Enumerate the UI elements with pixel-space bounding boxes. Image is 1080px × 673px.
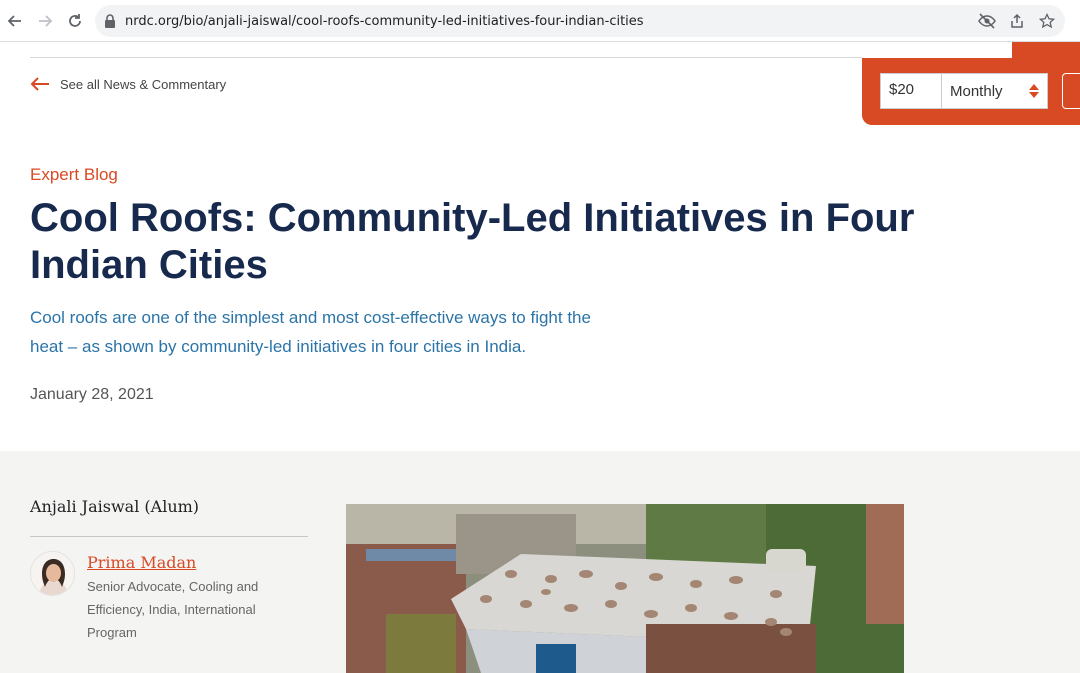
share-icon[interactable] (1005, 9, 1029, 33)
arrow-left-icon (30, 77, 49, 91)
donate-button[interactable] (1062, 73, 1080, 109)
eye-off-icon[interactable] (975, 9, 999, 33)
publish-date: January 28, 2021 (30, 386, 154, 403)
star-icon[interactable] (1035, 9, 1059, 33)
article-hero-image (346, 504, 904, 673)
frequency-value: Monthly (950, 82, 1003, 100)
back-link-label: See all News & Commentary (60, 76, 227, 92)
back-icon[interactable] (0, 6, 30, 36)
author-role: Senior Advocate, Cooling and Efficiency,… (87, 579, 259, 640)
lock-icon (95, 14, 125, 28)
donation-amount-input[interactable]: $20 (880, 73, 942, 109)
byline-heading: Anjali Jaiswal (Alum) (30, 497, 200, 516)
donation-frequency-select[interactable]: Monthly (942, 73, 1048, 109)
article-category[interactable]: Expert Blog (30, 165, 118, 185)
byline-divider (30, 536, 308, 537)
article-dek: Cool roofs are one of the simplest and m… (30, 308, 591, 356)
forward-icon[interactable] (30, 6, 60, 36)
donate-tab (1012, 42, 1080, 58)
browser-toolbar: nrdc.org/bio/anjali-jaiswal/cool-roofs-c… (0, 0, 1080, 42)
url-text[interactable]: nrdc.org/bio/anjali-jaiswal/cool-roofs-c… (125, 14, 644, 29)
see-all-news-link[interactable]: See all News & Commentary (30, 76, 226, 92)
page-title: Cool Roofs: Community-Led Initiatives in… (30, 196, 915, 287)
select-arrows-icon (1029, 84, 1039, 98)
avatar[interactable] (30, 551, 75, 596)
address-bar[interactable]: nrdc.org/bio/anjali-jaiswal/cool-roofs-c… (95, 5, 1065, 37)
reload-icon[interactable] (60, 6, 90, 36)
author-name-link[interactable]: Prima Madan (87, 553, 196, 572)
header-divider (30, 57, 862, 58)
